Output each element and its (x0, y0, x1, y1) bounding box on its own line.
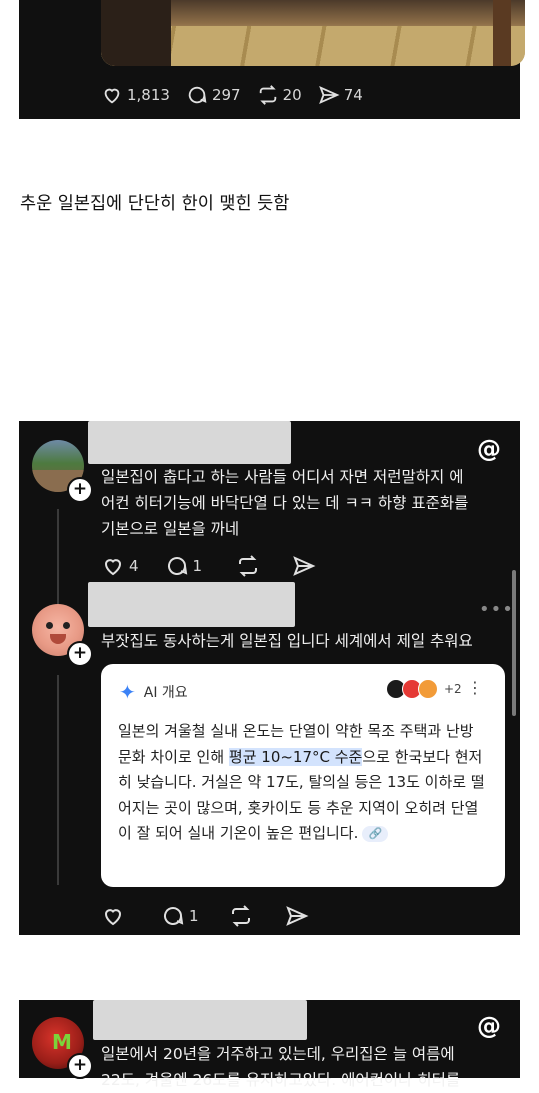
scrollbar[interactable] (512, 570, 516, 716)
share-icon (285, 906, 309, 926)
repost-button[interactable] (229, 904, 257, 928)
redacted-username (93, 1000, 307, 1040)
post1-text: 일본집이 춥다고 하는 사람들 어디서 자면 저런말하지 에 어컨 히터기능에 … (101, 464, 516, 542)
repost-button[interactable] (236, 554, 264, 578)
repost-count: 20 (282, 86, 302, 104)
bottom-post-card: M + @ 일본에서 20년을 거주하고 있는데, 우리집은 늘 여름에 22도… (19, 1000, 520, 1089)
avatar-eye (46, 622, 53, 629)
share-button[interactable] (292, 554, 320, 578)
thread-connector (57, 509, 59, 609)
comment-count: 297 (211, 86, 241, 104)
bottom-post-line: 일본에서 20년을 거주하고 있는데, 우리집은 늘 여름에 (101, 1045, 455, 1063)
heart-icon (104, 88, 120, 104)
like-count: 4 (129, 557, 139, 575)
article-caption: 추운 일본집에 단단히 한이 맺힌 듯함 (20, 194, 290, 214)
post2-actions: 1 (101, 904, 329, 928)
comment-button[interactable]: 297 (186, 84, 241, 106)
sources-more-count: +2 (444, 682, 462, 696)
ai-highlight: 평균 10~17°C 수준 (228, 747, 363, 766)
more-icon[interactable]: ••• (479, 599, 514, 620)
redacted-username (88, 421, 291, 464)
like-count: 1,813 (127, 86, 170, 104)
comment-icon (167, 557, 187, 575)
comment-icon (188, 86, 207, 104)
heart-icon (104, 559, 122, 576)
repost-button[interactable]: 20 (257, 84, 302, 106)
ai-overview-card: ✦ AI 개요 +2 ⋮ 일본의 겨울철 실내 온도는 단열이 약한 목조 주택… (101, 664, 505, 887)
comment-icon (164, 907, 184, 925)
comment-count: 1 (189, 907, 199, 925)
redacted-username (88, 582, 295, 627)
repost-icon (231, 905, 250, 927)
source-icon (418, 679, 438, 699)
repost-icon (259, 85, 276, 105)
thread-connector (57, 675, 59, 885)
comment-button[interactable]: 1 (161, 904, 199, 928)
link-icon[interactable]: 🔗 (362, 825, 389, 842)
post1-line: 어컨 히터기능에 바닥단열 다 있는 데 ㅋㅋ 하향 표준화를 (101, 494, 469, 512)
ai-overview-body: 일본의 겨울철 실내 온도는 단열이 약한 목조 주택과 난방 문화 차이로 인… (118, 719, 492, 847)
threads-logo-icon[interactable]: @ (477, 435, 501, 463)
top-post-actions: 1,813 297 20 74 (101, 84, 379, 106)
follow-plus-icon[interactable]: + (67, 1053, 93, 1079)
avatar-eye (63, 622, 70, 629)
post-photo[interactable] (101, 0, 525, 66)
top-post-card: 1,813 297 20 74 (19, 0, 525, 119)
sparkle-icon: ✦ (119, 680, 136, 704)
avatar-mouth (50, 634, 66, 644)
share-count: 74 (343, 86, 363, 104)
photo-wall (101, 0, 171, 66)
post1-actions: 4 1 (101, 554, 336, 578)
ai-sources[interactable]: +2 (386, 679, 462, 699)
follow-plus-icon[interactable]: + (67, 641, 93, 667)
threads-logo-icon[interactable]: @ (477, 1012, 501, 1040)
repost-icon (239, 555, 258, 577)
bottom-post-line: 22도, 겨울엔 26도를 유지하고있다. 에어컨이나 히터를 (101, 1071, 461, 1089)
avatar-mark: M (52, 1030, 72, 1054)
share-button[interactable]: 74 (318, 84, 363, 106)
ai-overview-header: ✦ AI 개요 (119, 680, 188, 704)
heart-icon (104, 909, 122, 926)
kebab-icon[interactable]: ⋮ (467, 678, 483, 697)
comment-button[interactable]: 1 (165, 554, 203, 578)
like-button[interactable]: 1,813 (101, 84, 170, 106)
share-button[interactable] (285, 904, 313, 928)
post1-line: 기본으로 일본을 까네 (101, 520, 240, 538)
comment-count: 1 (192, 557, 203, 575)
like-button[interactable] (101, 904, 129, 928)
photo-pillar (493, 0, 511, 66)
post2-text: 부잣집도 동사하는게 일본집 입니다 세계에서 제일 추워요 (101, 632, 473, 650)
share-icon (318, 85, 340, 105)
ai-overview-label: AI 개요 (143, 685, 188, 701)
share-icon (293, 556, 316, 576)
like-button[interactable]: 4 (101, 554, 139, 578)
post1-line: 일본집이 춥다고 하는 사람들 어디서 자면 저런말하지 에 (101, 468, 464, 486)
bottom-post-text: 일본에서 20년을 거주하고 있는데, 우리집은 늘 여름에 22도, 겨울엔 … (101, 1041, 516, 1093)
follow-plus-icon[interactable]: + (67, 477, 93, 503)
